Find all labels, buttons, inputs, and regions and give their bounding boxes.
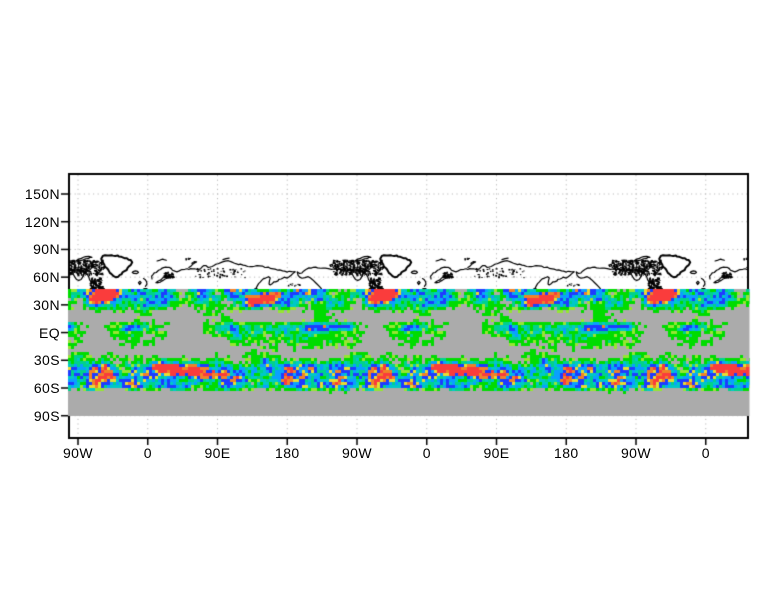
- y-tick-label-60s: 60S: [14, 380, 60, 396]
- x-tick-label-2: 0: [144, 445, 152, 461]
- y-tick-label-90n: 90N: [14, 241, 60, 257]
- x-tick-label-7: 90E: [483, 445, 509, 461]
- x-tick-label-9: 90W: [621, 445, 651, 461]
- y-tick-label-30s: 30S: [14, 352, 60, 368]
- map-plot-canvas: [0, 0, 784, 612]
- x-tick-label-4: 180: [275, 445, 300, 461]
- y-tick-label-150n: 150N: [14, 186, 60, 202]
- x-tick-label-5: 90W: [342, 445, 372, 461]
- y-tick-label-60n: 60N: [14, 269, 60, 285]
- y-tick-label-90s: 90S: [14, 408, 60, 424]
- x-tick-label-3: 90E: [204, 445, 230, 461]
- y-tick-label-120n: 120N: [14, 214, 60, 230]
- figure: 150N 120N 90N 60N 30N EQ 30S 60S 90S 90W…: [0, 0, 784, 612]
- y-tick-label-eq: EQ: [14, 325, 60, 341]
- x-tick-label-1: 90W: [63, 445, 93, 461]
- x-tick-label-6: 0: [423, 445, 431, 461]
- x-tick-label-8: 180: [554, 445, 579, 461]
- y-tick-label-30n: 30N: [14, 297, 60, 313]
- x-tick-label-10: 0: [702, 445, 710, 461]
